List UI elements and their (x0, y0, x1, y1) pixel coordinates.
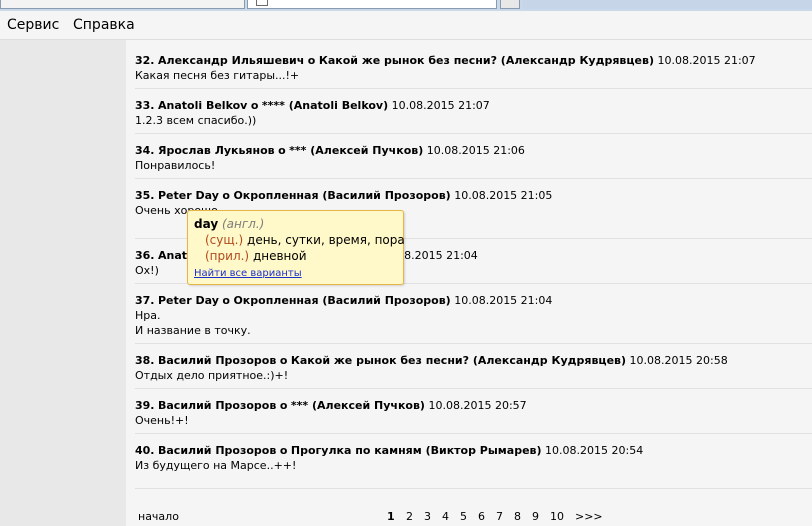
comment-date: 10.08.2015 21:05 (454, 189, 553, 202)
comment-date: 10.08.2015 21:07 (657, 54, 756, 67)
comment-date: 10.08.2015 20:57 (428, 399, 527, 412)
comment-work-title[interactable]: Окропленная (Василий Прозоров) (233, 189, 450, 202)
tooltip-part-of-speech: (сущ.) (205, 233, 244, 247)
comment-author[interactable]: Василий Прозоров (158, 399, 276, 412)
comment-date: 10.08.2015 20:58 (629, 354, 728, 367)
tooltip-word: day (194, 217, 219, 231)
comment-work-title[interactable]: Прогулка по камням (Виктор Рымарев) (291, 444, 542, 457)
comment-item: 34. Ярослав Лукьянов о *** (Алексей Пучк… (135, 143, 525, 173)
comment-text: Отдых дело приятное.:)+! (135, 369, 289, 382)
comment-item: 40. Василий Прозоров о Прогулка по камня… (135, 443, 643, 473)
browser-tab[interactable] (0, 0, 245, 9)
comment-author[interactable]: Peter Day (158, 294, 219, 307)
comment-number: 32. (135, 54, 155, 67)
comment-number: 36. (135, 249, 155, 262)
comment-item: 33. Anatoli Belkov о **** (Anatoli Belko… (135, 98, 490, 128)
page-link[interactable]: 5 (460, 510, 467, 523)
comment-author[interactable]: Александр Ильяшевич (158, 54, 304, 67)
comment-author[interactable]: Anatoli Belkov (158, 99, 247, 112)
document-icon (256, 0, 268, 6)
next-pages-link[interactable]: >>> (575, 510, 603, 523)
page-link-current[interactable]: 1 (387, 510, 395, 523)
divider (135, 433, 812, 434)
comment-number: 33. (135, 99, 155, 112)
divider (135, 178, 812, 179)
pagination: начало 1 2 3 4 5 6 7 8 9 10 >>> (126, 510, 812, 526)
comment-date: 10.08.2015 21:07 (391, 99, 490, 112)
comment-number: 34. (135, 144, 155, 157)
comment-work-title[interactable]: Какой же рынок без песни? (Александр Куд… (319, 54, 654, 67)
page-link[interactable]: 7 (496, 510, 503, 523)
comment-work-title[interactable]: Какой же рынок без песни? (Александр Куд… (291, 354, 626, 367)
comment-text: Какая песня без гитары...!+ (135, 69, 300, 82)
comment-sep: о (279, 354, 288, 367)
comment-sep: о (250, 99, 259, 112)
pagination-start-link[interactable]: начало (138, 510, 179, 523)
left-panel (0, 40, 126, 526)
comment-work-title[interactable]: Окропленная (Василий Прозоров) (233, 294, 450, 307)
comment-work-title[interactable]: *** (Алексей Пучков) (289, 144, 423, 157)
comment-number: 38. (135, 354, 155, 367)
page-link[interactable]: 8 (514, 510, 521, 523)
page-link[interactable]: 2 (406, 510, 413, 523)
comment-work-title[interactable]: **** (Anatoli Belkov) (262, 99, 388, 112)
divider (135, 343, 812, 344)
comment-item: 37. Peter Day о Окропленная (Василий Про… (135, 293, 552, 338)
tooltip-meaning: дневной (252, 249, 307, 263)
menu-bar: Сервис Справка (0, 11, 812, 40)
menu-item-service[interactable]: Сервис (7, 17, 59, 33)
page-link[interactable]: 3 (424, 510, 431, 523)
tooltip-meaning: день, сутки, время, пора (247, 233, 405, 247)
browser-tab-active[interactable] (247, 0, 497, 9)
tooltip-language: (англ.) (222, 217, 265, 231)
comment-number: 40. (135, 444, 155, 457)
new-tab-button[interactable] (500, 0, 520, 9)
comment-date: 10.08.2015 21:06 (426, 144, 525, 157)
tooltip-find-all-link[interactable]: Найти все варианты (194, 266, 302, 282)
translation-tooltip: day (англ.) (сущ.) день, сутки, время, п… (187, 210, 405, 285)
page-link[interactable]: 4 (442, 510, 449, 523)
comment-sep: о (307, 54, 316, 67)
comment-number: 35. (135, 189, 155, 202)
page-link[interactable]: 6 (478, 510, 485, 523)
comment-item: 32. Александр Ильяшевич о Какой же рынок… (135, 53, 756, 83)
comment-number: 39. (135, 399, 155, 412)
comment-text: Нра. (135, 309, 161, 322)
comment-work-title[interactable]: *** (Алексей Пучков) (291, 399, 425, 412)
tooltip-part-of-speech: (прил.) (205, 249, 250, 263)
page-link[interactable]: 10 (550, 510, 564, 523)
comment-text: И название в точку. (135, 324, 251, 337)
comment-sep: о (278, 144, 286, 157)
comment-item: 38. Василий Прозоров о Какой же рынок бе… (135, 353, 728, 383)
comment-author[interactable]: Peter Day (158, 189, 219, 202)
tooltip-entry: (сущ.) день, сутки, время, пора (205, 232, 405, 248)
comment-text: Понравилось! (135, 159, 216, 172)
divider (135, 388, 812, 389)
browser-tab-strip (0, 0, 812, 11)
comment-text: Очень!+! (135, 414, 189, 427)
comment-text: 1.2.3 всем спасибо.)) (135, 114, 257, 127)
tab-strip-background (523, 0, 812, 9)
comment-sep: о (222, 189, 230, 202)
divider (135, 488, 812, 489)
comment-sep: о (222, 294, 230, 307)
comment-number: 37. (135, 294, 155, 307)
comment-author[interactable]: Ярослав Лукьянов (158, 144, 275, 157)
comment-author[interactable]: Василий Прозоров (158, 354, 276, 367)
divider (135, 88, 812, 89)
comment-sep: о (279, 444, 288, 457)
divider (135, 133, 812, 134)
tooltip-entry: (прил.) дневной (205, 248, 307, 264)
comment-item: 39. Василий Прозоров о *** (Алексей Пучк… (135, 398, 527, 428)
comment-date: 10.08.2015 20:54 (545, 444, 644, 457)
comment-sep: о (279, 399, 288, 412)
page-link[interactable]: 9 (532, 510, 539, 523)
menu-item-help[interactable]: Справка (73, 17, 135, 33)
comment-date: 10.08.2015 21:04 (454, 294, 553, 307)
comment-text: Из будущего на Марсе..++! (135, 459, 297, 472)
comment-author[interactable]: Василий Прозоров (158, 444, 276, 457)
